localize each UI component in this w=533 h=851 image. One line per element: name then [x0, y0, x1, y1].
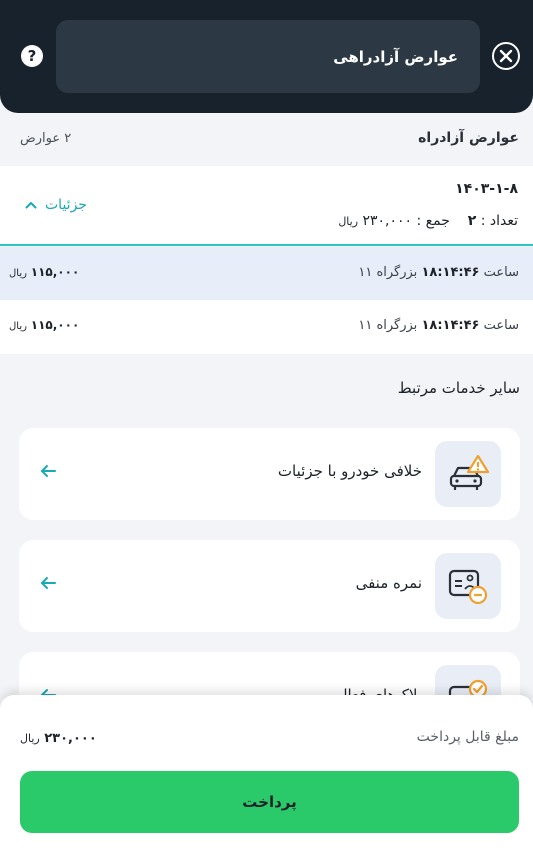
close-icon-glyph — [499, 49, 513, 63]
sum-value: ۲۳۰,۰۰۰ — [362, 213, 413, 229]
amount-value: ۱۱۵,۰۰۰ — [30, 265, 80, 279]
road-name: بزرگراه ۱۱ — [358, 318, 418, 333]
page-title: عوارض آزادراهی — [333, 47, 458, 66]
help-icon-glyph: ? — [27, 47, 37, 65]
count-label: تعداد : — [480, 213, 518, 229]
toll-time: ساعت ۱۸:۱۴:۴۶ بزرگراه ۱۱ — [358, 318, 519, 333]
count-value: ۲ — [467, 213, 477, 229]
payable-amount-currency: ریال — [20, 732, 40, 745]
sum-currency: ریال — [338, 215, 359, 228]
detail-date: ۱۴۰۳-۱-۸ — [455, 181, 518, 197]
car-warning-icon — [435, 441, 501, 507]
arrow-left-icon — [41, 577, 56, 589]
service-card-negative-points[interactable]: نمره منفی — [19, 540, 520, 632]
section-title: عوارض آزادراه — [418, 130, 519, 146]
detail-summary-line: تعداد : ۲ جمع : ۲۳۰,۰۰۰ ریال — [338, 213, 518, 229]
related-services-title: سایر خدمات مرتبط — [397, 379, 520, 397]
amount-currency: ریال — [9, 321, 27, 332]
amount-currency: ریال — [9, 268, 27, 279]
help-icon[interactable]: ? — [21, 45, 43, 67]
service-label: خلافی خودرو با جزئیات — [277, 462, 422, 480]
service-card-violations[interactable]: خلافی خودرو با جزئیات — [19, 428, 520, 520]
toll-amount: ۱۱۵,۰۰۰ ریال — [9, 265, 79, 279]
toll-count: ۲ عوارض — [20, 131, 72, 146]
chevron-up-icon — [25, 202, 37, 209]
road-name: بزرگراه ۱۱ — [358, 265, 418, 280]
amount-value: ۱۱۵,۰۰۰ — [30, 318, 80, 332]
payable-amount-value: ۲۳۰,۰۰۰ — [44, 731, 97, 746]
time-value: ۱۸:۱۴:۴۶ — [421, 318, 480, 333]
license-minus-icon — [435, 553, 501, 619]
toll-amount: ۱۱۵,۰۰۰ ریال — [9, 318, 79, 332]
time-prefix: ساعت — [483, 318, 519, 333]
payment-sheet: مبلغ قابل پرداخت ۲۳۰,۰۰۰ ریال پرداخت — [0, 695, 533, 851]
sum-label: جمع : — [416, 213, 450, 229]
title-box: عوارض آزادراهی — [56, 20, 480, 93]
toll-row: ساعت ۱۸:۱۴:۴۶ بزرگراه ۱۱ ۱۱۵,۰۰۰ ریال — [0, 247, 533, 301]
arrow-left-icon — [41, 465, 56, 477]
details-toggle-label: جزئیات — [45, 197, 87, 213]
payable-amount: ۲۳۰,۰۰۰ ریال — [20, 731, 97, 746]
close-icon[interactable] — [492, 42, 520, 70]
toll-time: ساعت ۱۸:۱۴:۴۶ بزرگراه ۱۱ — [358, 265, 519, 280]
top-app-bar: ? عوارض آزادراهی — [0, 0, 533, 113]
toll-row: ساعت ۱۸:۱۴:۴۶ بزرگراه ۱۱ ۱۱۵,۰۰۰ ریال — [0, 300, 533, 354]
pay-button-label: پرداخت — [242, 793, 297, 811]
time-prefix: ساعت — [483, 265, 519, 280]
time-value: ۱۸:۱۴:۴۶ — [421, 265, 480, 280]
payable-amount-label: مبلغ قابل پرداخت — [416, 729, 519, 745]
details-toggle-button[interactable]: جزئیات — [25, 197, 87, 213]
pay-button[interactable]: پرداخت — [20, 771, 519, 833]
service-label: نمره منفی — [355, 574, 422, 592]
